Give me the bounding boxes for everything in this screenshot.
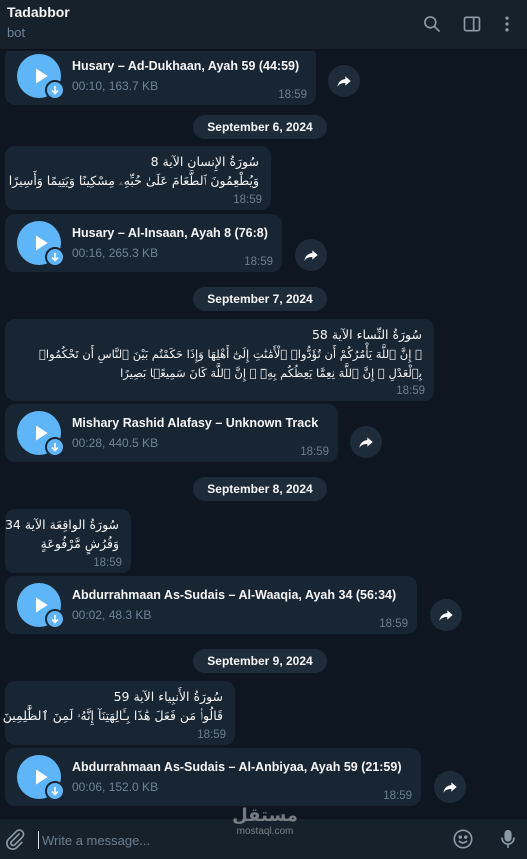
- ayah-text: وَفُرُشٍ مَّرْفُوعَةٍ: [40, 536, 119, 551]
- track-title: Husary – Al-Insaan, Ayah 8 (76:8): [72, 226, 268, 240]
- date-separator: September 6, 2024: [193, 115, 327, 139]
- audio-message[interactable]: Abdurrahmaan As-Sudais – Al-Anbiyaa, Aya…: [5, 748, 421, 806]
- date-separator: September 7, 2024: [193, 287, 327, 311]
- date-separator: September 9, 2024: [193, 649, 327, 673]
- ayah-text: وَيُطْعِمُونَ ٱلطَّعَامَ عَلَىٰ حُبِّهِۦ…: [8, 173, 259, 188]
- track-title: Mishary Rashid Alafasy – Unknown Track: [72, 416, 319, 430]
- forward-button[interactable]: [434, 771, 466, 803]
- surah-heading: سُورَةُ النِّساء الآية 58: [311, 327, 422, 342]
- track-meta: 00:16, 265.3 KB: [72, 246, 159, 260]
- message-time: 18:59: [244, 256, 273, 268]
- ayah-text: قَالُوا۟ مَن فَعَلَ هَٰذَا بِـَٔالِهَتِن…: [2, 708, 223, 723]
- audio-message[interactable]: Husary – Al-Insaan, Ayah 8 (76:8) 00:16,…: [5, 214, 282, 272]
- watermark-url: mostaql.com: [236, 826, 294, 837]
- message-time: 18:59: [233, 194, 262, 206]
- chat-subtitle: bot: [7, 25, 26, 40]
- message-list[interactable]: Husary – Ad-Dukhaan, Ayah 59 (44:59) 00:…: [0, 51, 527, 818]
- attach-icon[interactable]: [4, 828, 26, 850]
- track-meta: 00:02, 48.3 KB: [72, 608, 152, 622]
- forward-button[interactable]: [430, 599, 462, 631]
- message-time: 18:59: [300, 446, 329, 458]
- download-icon[interactable]: [45, 80, 65, 100]
- message-time: 18:59: [93, 557, 122, 569]
- text-message[interactable]: سُورَةُ الأَنبِياء الآية 59 قَالُوا۟ مَن…: [2, 681, 235, 745]
- more-vertical-icon[interactable]: [495, 12, 519, 36]
- watermark-text: مستقل: [232, 805, 298, 826]
- track-title: Abdurrahmaan As-Sudais – Al-Waaqia, Ayah…: [72, 588, 397, 602]
- track-title: Husary – Ad-Dukhaan, Ayah 59 (44:59): [72, 59, 300, 73]
- microphone-icon[interactable]: [497, 828, 519, 850]
- emoji-icon[interactable]: [452, 828, 474, 850]
- download-icon[interactable]: [45, 781, 65, 801]
- track-title: Abdurrahmaan As-Sudais – Al-Anbiyaa, Aya…: [72, 760, 402, 774]
- audio-message[interactable]: Husary – Ad-Dukhaan, Ayah 59 (44:59) 00:…: [5, 51, 316, 105]
- ayah-text: بِٱلْعَدْلِ ۚ إِنَّ ٱللَّهَ نِعِمَّا يَع…: [120, 366, 422, 380]
- message-time: 18:59: [278, 89, 307, 101]
- surah-heading: سُورَةُ الأَنبِياء الآية 59: [113, 689, 223, 704]
- forward-button[interactable]: [350, 426, 382, 458]
- message-time: 18:59: [383, 790, 412, 802]
- chat-title[interactable]: Tadabbor: [7, 4, 70, 20]
- message-time: 18:59: [396, 385, 425, 397]
- ayah-text: ۞ إِنَّ ٱللَّهَ يَأْمُرُكُمْ أَن تُؤَدُّ…: [39, 347, 422, 361]
- forward-button[interactable]: [328, 65, 360, 97]
- text-message[interactable]: سُورَةُ الإِنسان الآية 8 وَيُطْعِمُونَ ٱ…: [5, 146, 271, 210]
- surah-heading: سُورَةُ الإِنسان الآية 8: [150, 154, 259, 169]
- search-icon[interactable]: [420, 12, 444, 36]
- audio-message[interactable]: Mishary Rashid Alafasy – Unknown Track 0…: [5, 404, 338, 462]
- track-meta: 00:28, 440.5 KB: [72, 436, 159, 450]
- forward-button[interactable]: [295, 239, 327, 271]
- download-icon[interactable]: [45, 609, 65, 629]
- chat-header: Tadabbor bot: [0, 0, 527, 50]
- track-meta: 00:06, 152.0 KB: [72, 780, 159, 794]
- date-separator: September 8, 2024: [193, 477, 327, 501]
- watermark-logo: مستقل mostaql.com: [230, 806, 300, 846]
- message-time: 18:59: [197, 729, 226, 741]
- download-icon[interactable]: [45, 247, 65, 267]
- surah-heading: سُورَةُ الواقِعَة الآية 34: [4, 517, 119, 532]
- text-message[interactable]: سُورَةُ الواقِعَة الآية 34 وَفُرُشٍ مَّر…: [5, 509, 131, 573]
- audio-message[interactable]: Abdurrahmaan As-Sudais – Al-Waaqia, Ayah…: [5, 576, 417, 634]
- download-icon[interactable]: [45, 437, 65, 457]
- message-time: 18:59: [379, 618, 408, 630]
- track-meta: 00:10, 163.7 KB: [72, 79, 159, 93]
- sidebar-toggle-icon[interactable]: [460, 12, 484, 36]
- text-message[interactable]: سُورَةُ النِّساء الآية 58 ۞ إِنَّ ٱللَّه…: [5, 319, 434, 401]
